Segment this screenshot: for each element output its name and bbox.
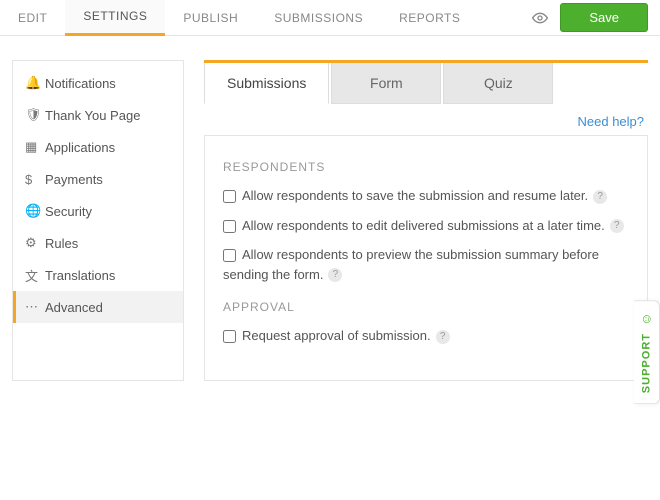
topbar-tab-edit[interactable]: EDIT — [0, 0, 65, 36]
translate-icon: 文 — [25, 266, 45, 285]
option-row: Allow respondents to preview the submiss… — [223, 245, 629, 284]
option-row: Request approval of submission.? — [223, 326, 629, 346]
sidebar-item-label: Advanced — [45, 300, 103, 315]
support-label: SUPPORT — [641, 333, 653, 393]
sidebar-item-label: Translations — [45, 268, 115, 283]
subtab-quiz[interactable]: Quiz — [443, 63, 553, 104]
sidebar-item-label: Security — [45, 204, 92, 219]
sidebar-item-label: Payments — [45, 172, 103, 187]
option-checkbox[interactable] — [223, 220, 236, 233]
preview-icon[interactable] — [520, 10, 560, 26]
topbar-tabs: EDITSETTINGSPUBLISHSUBMISSIONSREPORTS — [0, 0, 478, 36]
topbar-tab-settings[interactable]: SETTINGS — [65, 0, 165, 36]
option-row: Allow respondents to edit delivered subm… — [223, 216, 629, 236]
save-button[interactable]: Save — [560, 3, 648, 32]
subtab-form[interactable]: Form — [331, 63, 441, 104]
option-checkbox[interactable] — [223, 330, 236, 343]
hint-icon[interactable]: ? — [593, 190, 607, 204]
option-row: Allow respondents to save the submission… — [223, 186, 629, 206]
option-checkbox[interactable] — [223, 249, 236, 262]
option-checkbox[interactable] — [223, 190, 236, 203]
hint-icon[interactable]: ? — [610, 219, 624, 233]
support-tab[interactable]: SUPPORT ☺ — [634, 300, 660, 404]
content: SubmissionsFormQuiz Need help? RESPONDEN… — [204, 60, 648, 381]
option-label: Request approval of submission. — [242, 328, 431, 343]
sidebar-item-payments[interactable]: $Payments — [13, 163, 183, 195]
main: 🔔Notifications🛡Thank You Page▦Applicatio… — [0, 36, 660, 381]
sidebar-item-notifications[interactable]: 🔔Notifications — [13, 67, 183, 99]
sidebar-item-label: Applications — [45, 140, 115, 155]
dollar-icon: $ — [25, 172, 45, 187]
shield-icon: 🛡 — [25, 107, 45, 123]
topbar: EDITSETTINGSPUBLISHSUBMISSIONSREPORTS Sa… — [0, 0, 660, 36]
sidebar-item-label: Thank You Page — [45, 108, 140, 123]
help-row: Need help? — [204, 104, 648, 135]
subtab-submissions[interactable]: Submissions — [204, 63, 329, 104]
sidebar-item-advanced[interactable]: ⋯Advanced — [13, 291, 183, 323]
sidebar: 🔔Notifications🛡Thank You Page▦Applicatio… — [12, 60, 184, 381]
globe-icon: 🌐 — [25, 203, 45, 219]
topbar-tab-reports[interactable]: REPORTS — [381, 0, 478, 36]
topbar-tab-publish[interactable]: PUBLISH — [165, 0, 256, 36]
option-label: Allow respondents to save the submission… — [242, 188, 588, 203]
sidebar-item-thank-you-page[interactable]: 🛡Thank You Page — [13, 99, 183, 131]
topbar-tab-submissions[interactable]: SUBMISSIONS — [256, 0, 381, 36]
rules-icon: ⚙ — [25, 235, 45, 251]
sidebar-item-translations[interactable]: 文Translations — [13, 259, 183, 291]
hint-icon[interactable]: ? — [436, 330, 450, 344]
hint-icon[interactable]: ? — [328, 268, 342, 282]
bell-icon: 🔔 — [25, 75, 45, 91]
sidebar-item-security[interactable]: 🌐Security — [13, 195, 183, 227]
subtabs: SubmissionsFormQuiz — [204, 60, 648, 104]
option-label: Allow respondents to edit delivered subm… — [242, 218, 605, 233]
dots-icon: ⋯ — [25, 299, 45, 315]
sidebar-item-rules[interactable]: ⚙Rules — [13, 227, 183, 259]
sidebar-item-applications[interactable]: ▦Applications — [13, 131, 183, 163]
sidebar-item-label: Notifications — [45, 76, 116, 91]
option-label: Allow respondents to preview the submiss… — [223, 247, 599, 282]
help-link[interactable]: Need help? — [578, 114, 645, 129]
section-title: APPROVAL — [223, 300, 629, 314]
settings-panel: RESPONDENTS Allow respondents to save the… — [204, 135, 648, 381]
sidebar-item-label: Rules — [45, 236, 78, 251]
apps-icon: ▦ — [25, 139, 45, 155]
smile-icon: ☺ — [639, 312, 655, 327]
section-title: RESPONDENTS — [223, 160, 629, 174]
